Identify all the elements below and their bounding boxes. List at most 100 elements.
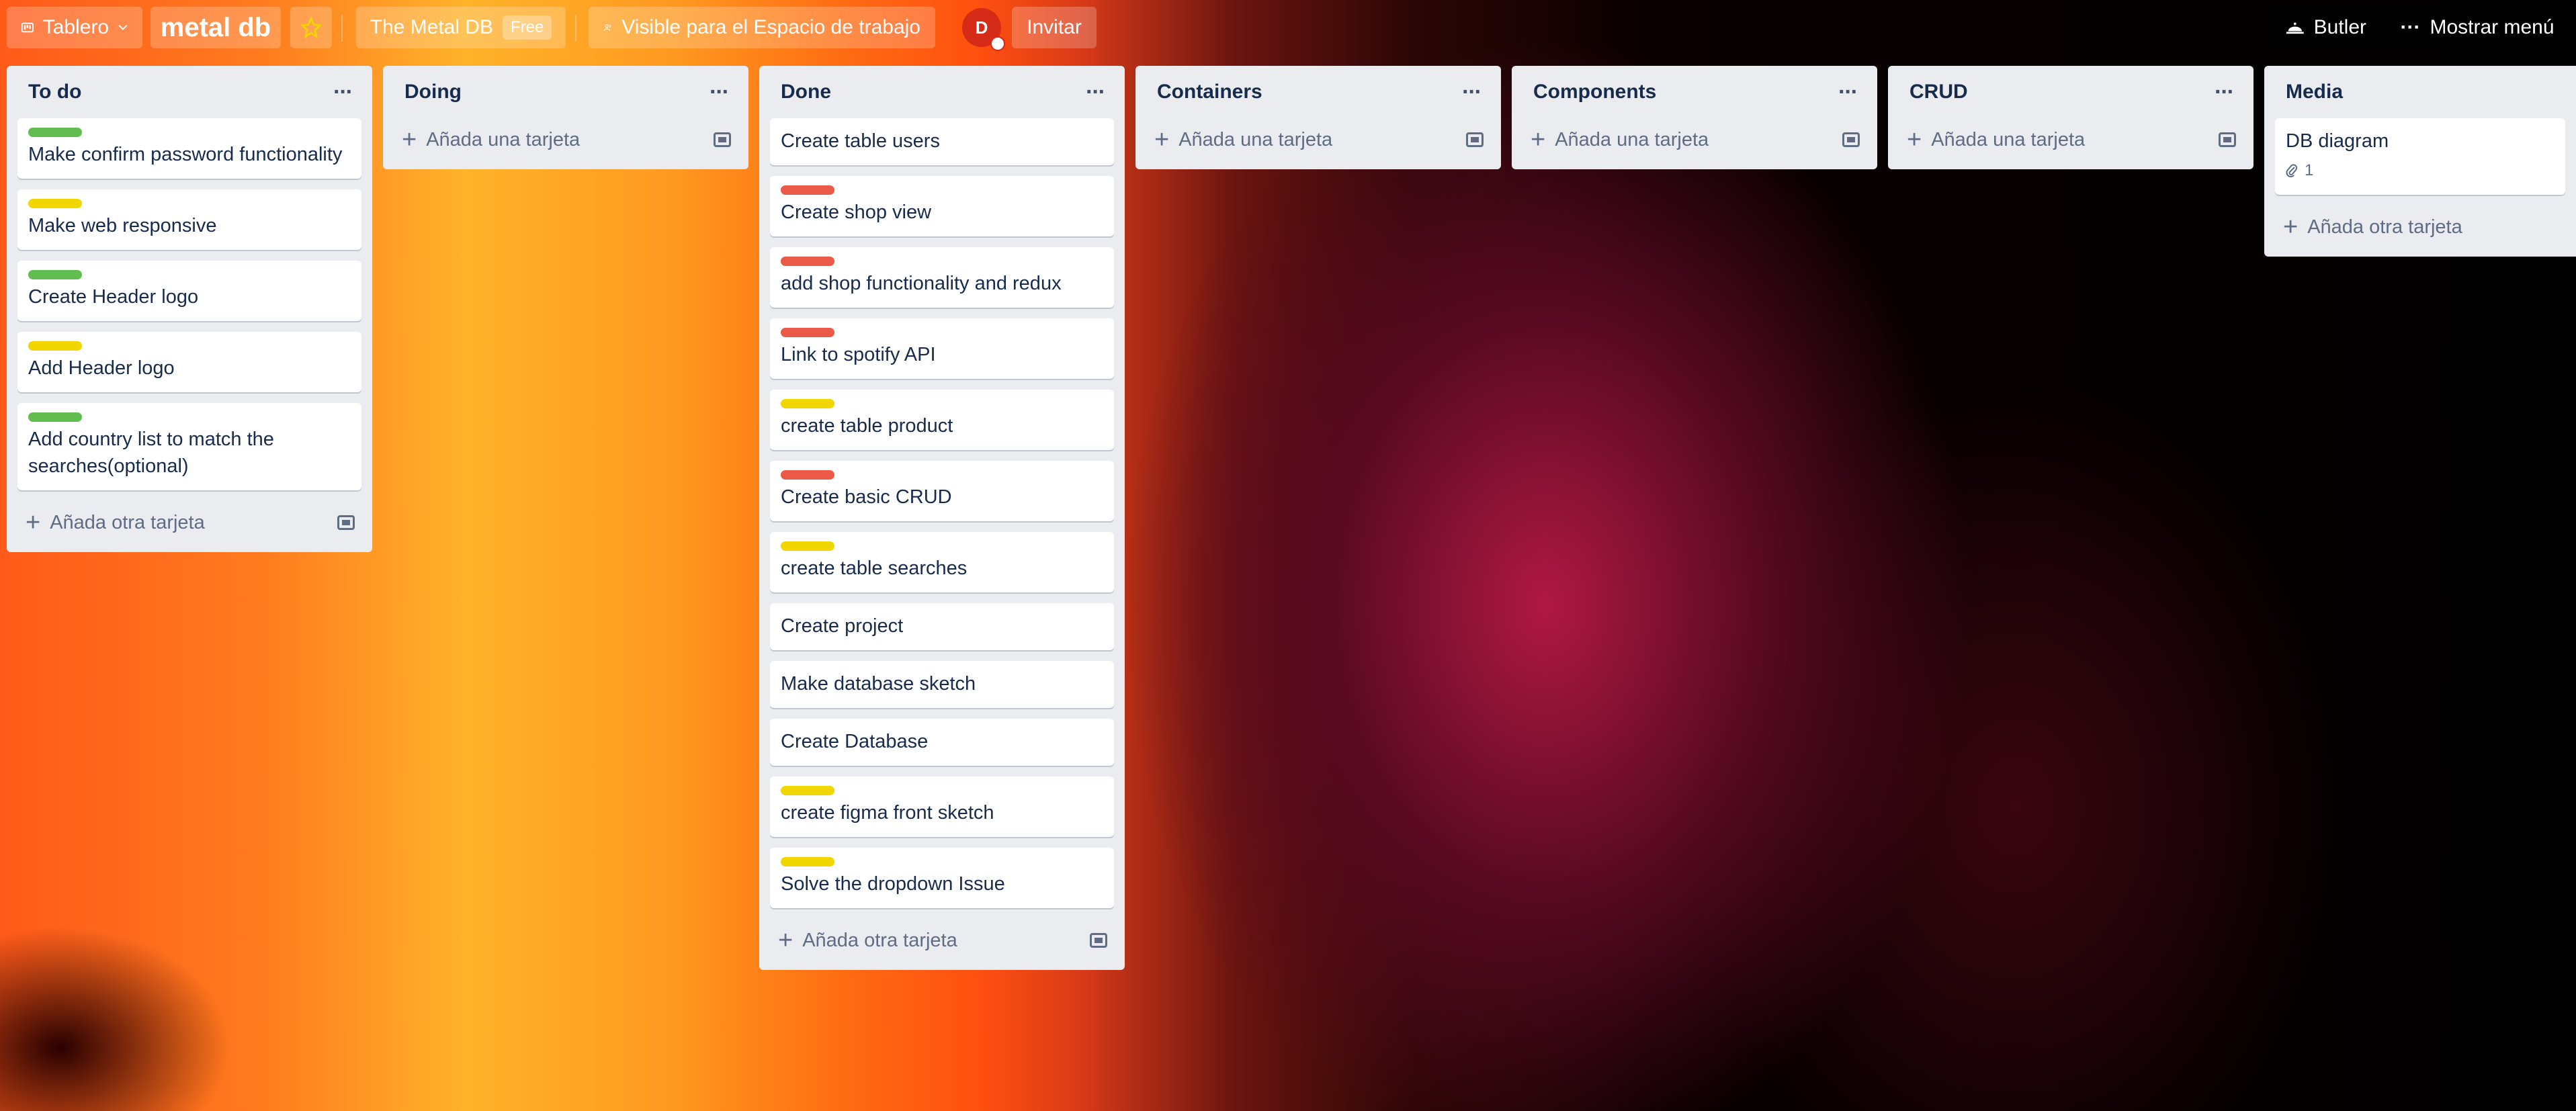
- list-title[interactable]: Done: [781, 81, 831, 103]
- card-template-icon[interactable]: [2219, 132, 2236, 147]
- card-label-yellow[interactable]: [781, 541, 834, 551]
- list-title[interactable]: Doing: [404, 81, 462, 103]
- list-menu-icon[interactable]: ···: [1838, 79, 1858, 105]
- card[interactable]: create table product: [770, 390, 1114, 450]
- list-title[interactable]: Containers: [1157, 81, 1262, 103]
- people-icon: [603, 24, 611, 32]
- list-done: Done ··· Create table users Create shop v…: [759, 66, 1125, 970]
- avatar[interactable]: D: [962, 8, 1005, 51]
- visibility-label: Visible para el Espacio de trabajo: [621, 16, 920, 38]
- card-label-red[interactable]: [781, 185, 834, 195]
- card-label-yellow[interactable]: [781, 399, 834, 408]
- butler-button[interactable]: Butler: [2271, 7, 2381, 48]
- card-template-icon[interactable]: [714, 132, 731, 147]
- add-card-row[interactable]: + Añada otra tarjeta: [2275, 206, 2565, 249]
- card[interactable]: Make confirm password functionality: [17, 118, 361, 179]
- card-label-green[interactable]: [28, 270, 82, 279]
- card-title: create table searches: [781, 558, 968, 579]
- card-template-icon[interactable]: [337, 515, 355, 530]
- list-menu-icon[interactable]: ···: [710, 79, 730, 105]
- card[interactable]: Solve the dropdown Issue: [770, 848, 1114, 908]
- card-label-yellow[interactable]: [781, 857, 834, 866]
- card-label-yellow[interactable]: [28, 341, 82, 351]
- card-label-red[interactable]: [781, 257, 834, 266]
- card-label-yellow[interactable]: [781, 786, 834, 795]
- list-title[interactable]: To do: [28, 81, 81, 103]
- card-title: create figma front sketch: [781, 802, 994, 824]
- add-card-button[interactable]: + Añada una tarjeta: [402, 127, 580, 152]
- list-header: Containers ···: [1146, 66, 1490, 118]
- card[interactable]: Create table users: [770, 118, 1114, 165]
- add-card-button[interactable]: + Añada una tarjeta: [1531, 127, 1709, 152]
- card[interactable]: Add Header logo: [17, 332, 361, 392]
- card-title: Make web responsive: [28, 215, 217, 236]
- add-card-button[interactable]: + Añada otra tarjeta: [2283, 214, 2462, 240]
- list-title[interactable]: Components: [1533, 81, 1656, 103]
- visibility-button[interactable]: Visible para el Espacio de trabajo: [589, 7, 935, 48]
- add-card-button[interactable]: + Añada una tarjeta: [1154, 127, 1332, 152]
- avatar-initial: D: [975, 17, 988, 38]
- card-label-green[interactable]: [28, 412, 82, 422]
- plus-icon: +: [2283, 213, 2299, 241]
- card[interactable]: Create project: [770, 603, 1114, 650]
- list-header: Doing ···: [394, 66, 738, 118]
- add-card-label: Añada una tarjeta: [1931, 128, 2086, 150]
- add-card-label: Añada una tarjeta: [1555, 128, 1709, 150]
- card-title: Link to spotify API: [781, 344, 936, 365]
- star-button[interactable]: [290, 7, 332, 48]
- card[interactable]: create figma front sketch: [770, 776, 1114, 837]
- board-title[interactable]: metal db: [151, 7, 281, 48]
- plus-icon: +: [1907, 126, 1922, 154]
- board-menu-button[interactable]: Tablero: [7, 7, 142, 48]
- list-title[interactable]: CRUD: [1909, 81, 1968, 103]
- card[interactable]: create table searches: [770, 532, 1114, 592]
- card[interactable]: add shop functionality and redux: [770, 247, 1114, 308]
- card-label-red[interactable]: [781, 328, 834, 337]
- add-card-row[interactable]: + Añada una tarjeta: [394, 118, 738, 161]
- show-menu-label: Mostrar menú: [2430, 16, 2554, 38]
- workspace-button[interactable]: The Metal DB Free: [356, 7, 566, 48]
- plus-icon: +: [402, 126, 417, 154]
- list-menu-icon[interactable]: ···: [1086, 79, 1106, 105]
- card[interactable]: Create basic CRUD: [770, 461, 1114, 521]
- card-label-red[interactable]: [781, 470, 834, 480]
- header-separator: [341, 15, 343, 42]
- show-menu-button[interactable]: ··· Mostrar menú: [2387, 7, 2568, 48]
- card-template-icon[interactable]: [1842, 132, 1860, 147]
- card-title: Make database sketch: [781, 673, 976, 695]
- card[interactable]: Make database sketch: [770, 661, 1114, 708]
- add-card-row[interactable]: + Añada una tarjeta: [1146, 118, 1490, 161]
- list-containers: Containers ··· + Añada una tarjeta: [1135, 66, 1501, 169]
- card-label-green[interactable]: [28, 128, 82, 137]
- list-menu-icon[interactable]: ···: [1462, 79, 1482, 105]
- card-container: Make confirm password functionality Make …: [17, 118, 361, 490]
- add-card-button[interactable]: + Añada otra tarjeta: [778, 928, 957, 953]
- add-card-row[interactable]: + Añada otra tarjeta: [770, 919, 1114, 962]
- board-header: Tablero metal db The Metal DB Free Visib…: [0, 0, 2576, 56]
- list-title[interactable]: Media: [2286, 81, 2343, 103]
- card[interactable]: Create shop view: [770, 176, 1114, 236]
- card-template-icon[interactable]: [1466, 132, 1484, 147]
- card[interactable]: Make web responsive: [17, 189, 361, 250]
- card-container: DB diagram 1: [2275, 118, 2565, 195]
- add-card-row[interactable]: + Añada una tarjeta: [1899, 118, 2243, 161]
- card[interactable]: Create Header logo: [17, 261, 361, 321]
- list-menu-icon[interactable]: ···: [2215, 79, 2235, 105]
- more-icon: ···: [2400, 16, 2421, 38]
- add-card-row[interactable]: + Añada otra tarjeta: [17, 501, 361, 544]
- add-card-button[interactable]: + Añada una tarjeta: [1907, 127, 2085, 152]
- invite-button[interactable]: Invitar: [1012, 7, 1097, 48]
- list-menu-icon[interactable]: ···: [333, 79, 353, 105]
- card-label-yellow[interactable]: [28, 199, 82, 208]
- add-card-button[interactable]: + Añada otra tarjeta: [26, 510, 205, 535]
- plus-icon: +: [1154, 126, 1170, 154]
- attachment-count: 1: [2305, 161, 2314, 179]
- card-title: Make confirm password functionality: [28, 144, 343, 165]
- card[interactable]: DB diagram 1: [2275, 118, 2565, 195]
- add-card-row[interactable]: + Añada una tarjeta: [1522, 118, 1866, 161]
- card[interactable]: Create Database: [770, 719, 1114, 766]
- card-title: DB diagram: [2286, 130, 2389, 152]
- card-template-icon[interactable]: [1090, 933, 1107, 948]
- card[interactable]: Link to spotify API: [770, 318, 1114, 379]
- card[interactable]: Add country list to match the searches(o…: [17, 403, 361, 490]
